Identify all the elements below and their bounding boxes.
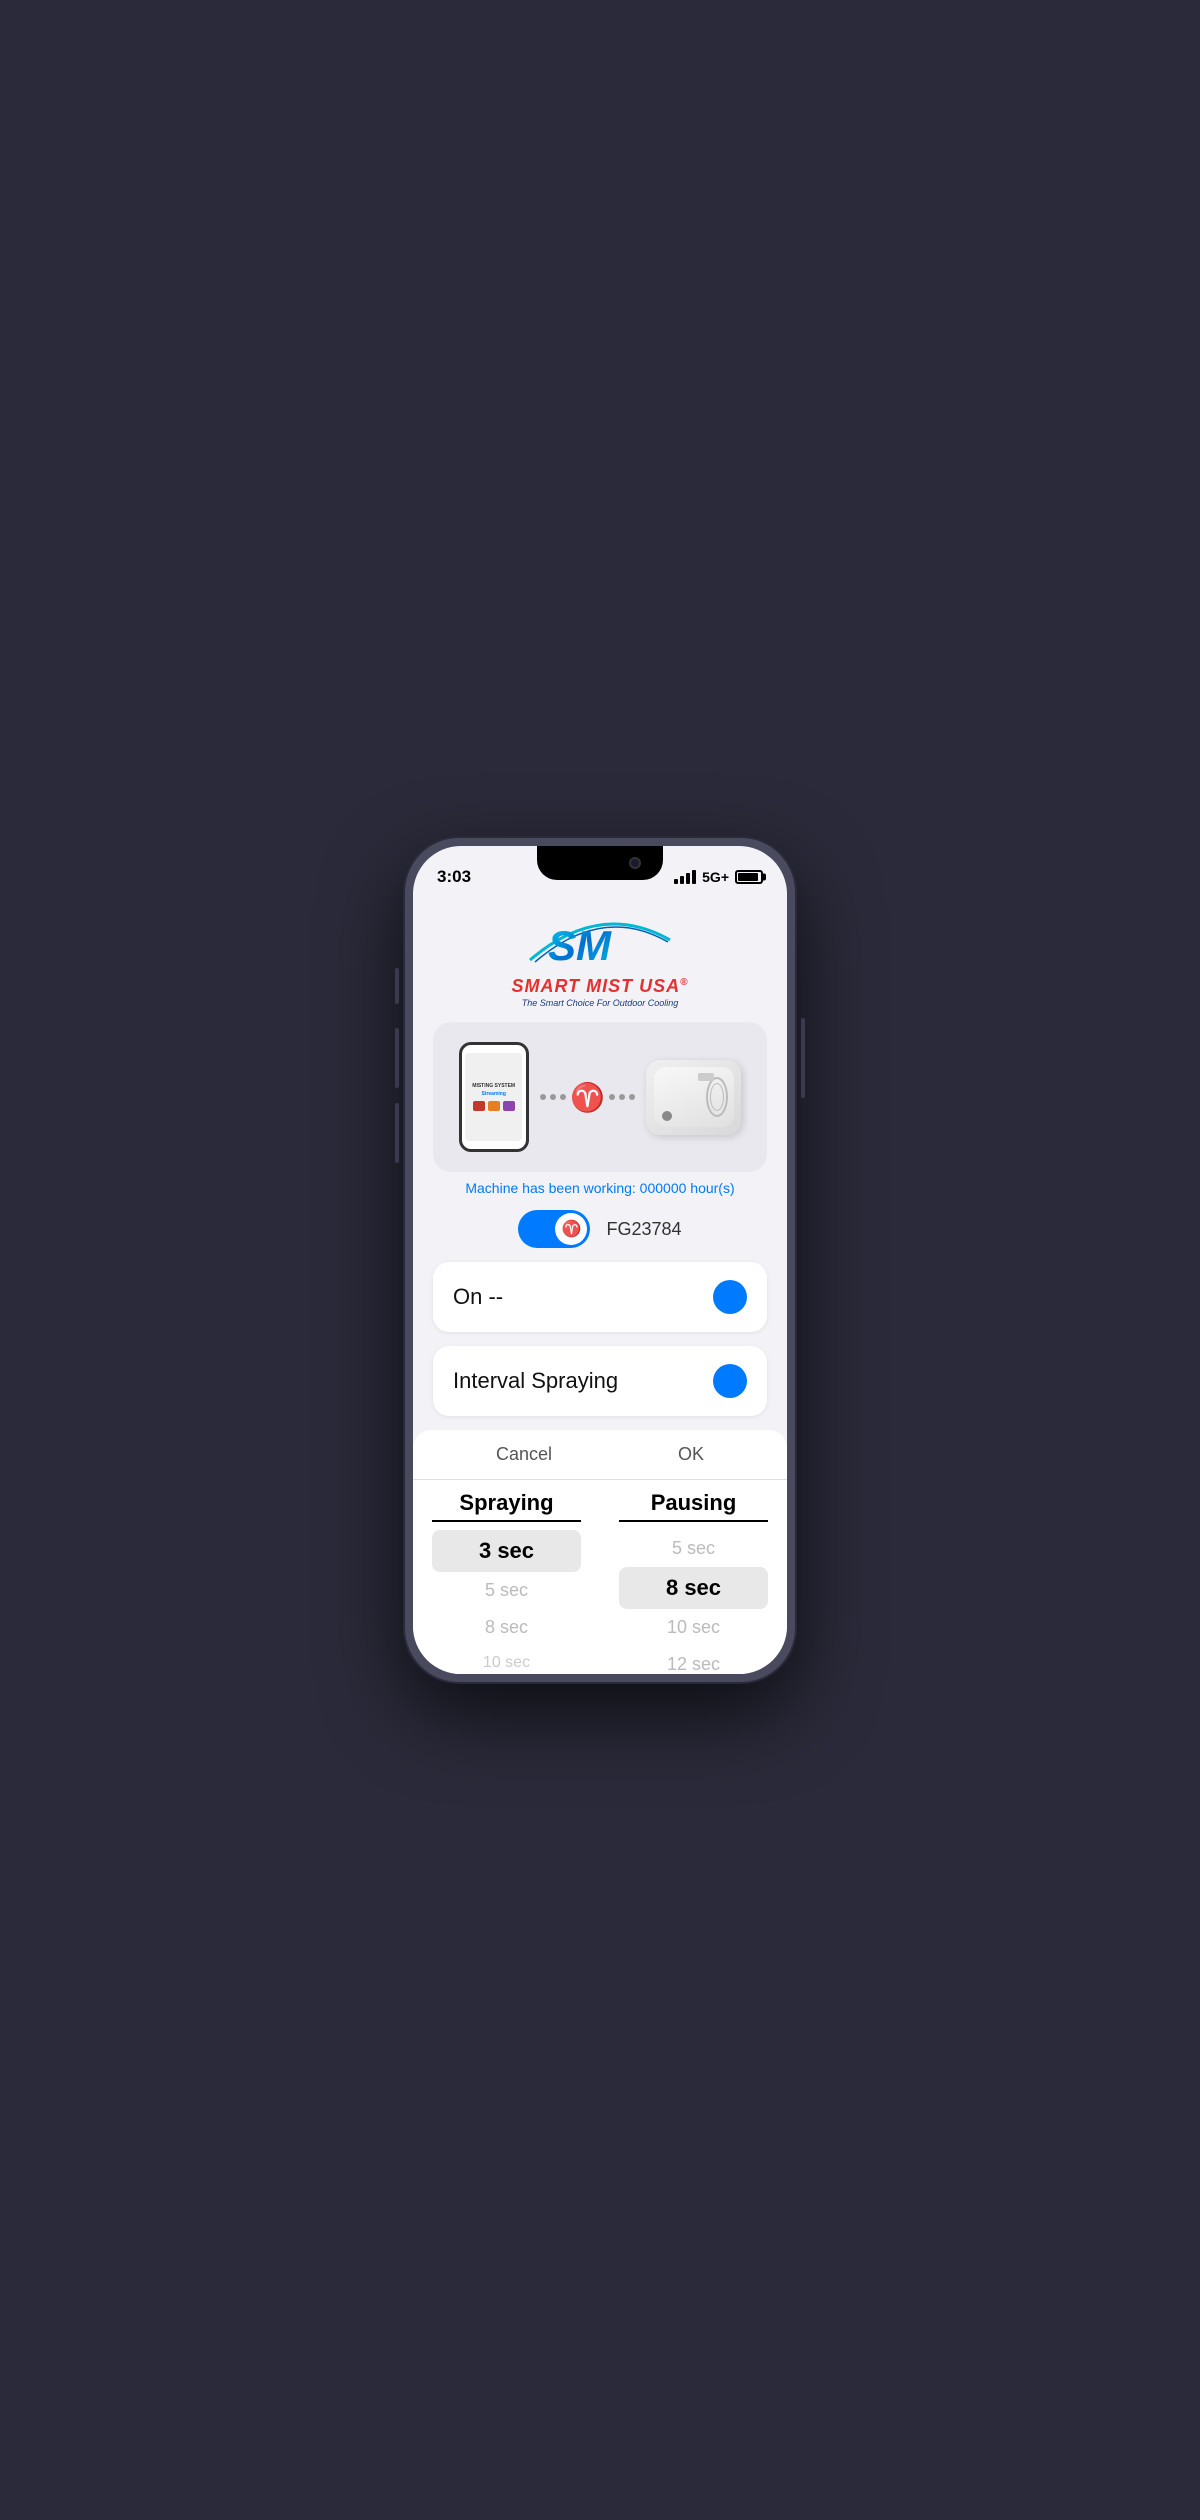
battery-icon	[735, 870, 763, 884]
interval-toggle[interactable]	[713, 1364, 747, 1398]
pausing-items: 5 sec 8 sec 10 sec 12 sec 15 sec 20 sec	[600, 1530, 787, 1674]
phone-frame: 3:03 5G+	[405, 838, 795, 1682]
device-image	[646, 1060, 741, 1135]
camera	[629, 857, 641, 869]
spraying-item-8sec[interactable]: 8 sec	[432, 1609, 582, 1646]
mockup-text: MISTING SYSTEM	[472, 1083, 515, 1089]
pausing-item-5sec[interactable]: 5 sec	[619, 1530, 769, 1567]
toggle-thumb: ♈	[555, 1213, 587, 1245]
logo-area: SM SMART MIST USA® The Smart Choice For …	[433, 906, 767, 1008]
dot-4	[609, 1094, 615, 1100]
device-vent	[706, 1077, 728, 1117]
volume-down-button[interactable]	[395, 1028, 399, 1088]
interval-spraying-card: Interval Spraying	[433, 1346, 767, 1416]
notch	[537, 846, 663, 880]
spraying-column: Spraying 3 sec 5 sec 8 sec 10 sec 12 sec	[413, 1490, 600, 1674]
battery-fill	[738, 873, 758, 881]
dot-5	[619, 1094, 625, 1100]
mockup-screen: MISTING SYSTEM Streaming	[465, 1053, 523, 1141]
pausing-column: Pausing 5 sec 8 sec 10 sec 12 sec 15 sec…	[600, 1490, 787, 1674]
bluetooth-icon: ♈	[570, 1081, 605, 1114]
brand-name-text: SMART MIST USA	[511, 976, 680, 996]
picker-actions: Cancel OK	[413, 1430, 787, 1480]
dot-2	[550, 1094, 556, 1100]
spraying-item-3sec[interactable]: 3 sec	[432, 1530, 582, 1572]
working-hours: Machine has been working: 000000 hour(s)	[433, 1180, 767, 1196]
spraying-items: 3 sec 5 sec 8 sec 10 sec 12 sec	[413, 1530, 600, 1674]
spraying-item-5sec[interactable]: 5 sec	[432, 1572, 582, 1609]
registered-icon: ®	[680, 977, 688, 988]
pausing-item-8sec[interactable]: 8 sec	[619, 1567, 769, 1609]
status-time: 3:03	[437, 867, 471, 887]
picker-ok-button[interactable]: OK	[678, 1444, 704, 1465]
mockup-subtext: Streaming	[481, 1091, 505, 1097]
product-box-red	[473, 1101, 485, 1111]
brand-tagline: The Smart Choice For Outdoor Cooling	[522, 998, 679, 1008]
picker-columns: Spraying 3 sec 5 sec 8 sec 10 sec 12 sec…	[413, 1480, 787, 1674]
network-label: 5G+	[702, 869, 729, 885]
interval-label: Interval Spraying	[453, 1368, 618, 1394]
pausing-item-10sec[interactable]: 10 sec	[619, 1609, 769, 1646]
dot-1	[540, 1094, 546, 1100]
dot-6	[629, 1094, 635, 1100]
picker-panel: Cancel OK Spraying 3 sec 5 sec 8 sec 10 …	[413, 1430, 787, 1674]
product-box-purple	[503, 1101, 515, 1111]
bluetooth-toggle[interactable]: ♈	[518, 1210, 590, 1248]
pausing-header: Pausing	[619, 1490, 769, 1522]
device-body	[654, 1067, 734, 1127]
toggle-row: ♈ FG23784	[433, 1210, 767, 1248]
svg-text:SM: SM	[548, 922, 612, 969]
volume-up-button[interactable]	[395, 968, 399, 1004]
power-button[interactable]	[801, 1018, 805, 1098]
product-box-orange	[488, 1101, 500, 1111]
on-control-card: On --	[433, 1262, 767, 1332]
spraying-header: Spraying	[432, 1490, 582, 1522]
mute-button[interactable]	[395, 1103, 399, 1163]
main-content: SM SMART MIST USA® The Smart Choice For …	[413, 896, 787, 1674]
signal-icon	[674, 870, 696, 884]
phone-mockup: MISTING SYSTEM Streaming	[459, 1042, 529, 1152]
phone-screen: 3:03 5G+	[413, 846, 787, 1674]
connection-card: MISTING SYSTEM Streaming ♈	[433, 1022, 767, 1172]
bluetooth-connection: ♈	[540, 1081, 635, 1114]
on-toggle[interactable]	[713, 1280, 747, 1314]
spraying-item-10sec[interactable]: 10 sec	[432, 1646, 582, 1674]
logo-svg: SM	[510, 910, 690, 980]
device-vent-inner	[710, 1083, 724, 1111]
device-id: FG23784	[606, 1219, 681, 1240]
brand-name: SMART MIST USA®	[511, 976, 688, 997]
on-label: On --	[453, 1284, 503, 1310]
toggle-bt-icon: ♈	[562, 1219, 582, 1239]
device-button	[662, 1111, 672, 1121]
status-bar: 3:03 5G+	[413, 846, 787, 896]
dot-3	[560, 1094, 566, 1100]
status-right: 5G+	[674, 869, 763, 885]
picker-cancel-button[interactable]: Cancel	[496, 1444, 552, 1465]
product-boxes	[473, 1101, 515, 1111]
pausing-item-12sec[interactable]: 12 sec	[619, 1646, 769, 1674]
device-top-panel	[698, 1073, 714, 1081]
